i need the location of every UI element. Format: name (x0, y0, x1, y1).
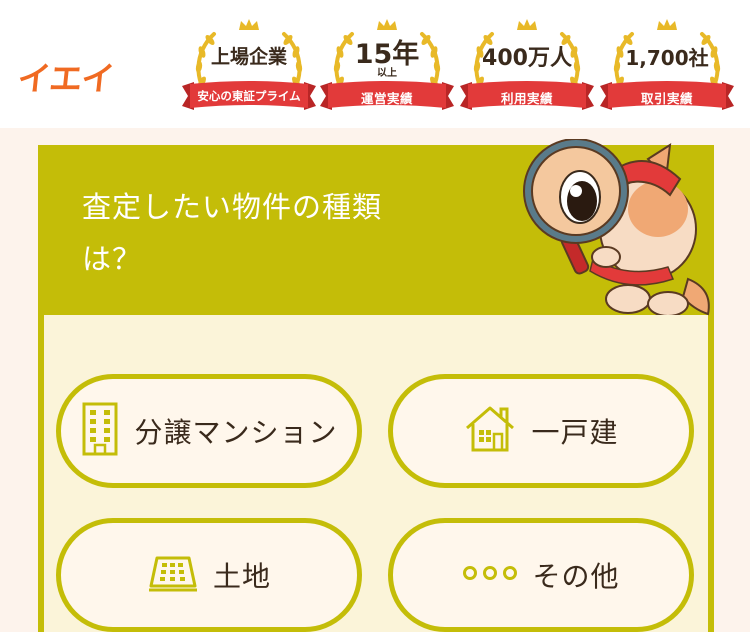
mascot-magnifier-icon (523, 139, 710, 317)
badge-ribbon-text: 利用実績 (500, 91, 553, 106)
crown-icon (517, 19, 537, 30)
crown-icon (657, 19, 677, 30)
option-house-label: 一戸建 (531, 416, 619, 449)
logo[interactable]: イエイ (15, 52, 116, 100)
option-other-label: その他 (532, 560, 620, 593)
badge-main-text: 1,700社 (625, 46, 709, 70)
question-title-line2: は？ (82, 242, 143, 276)
option-land-label: 土地 (212, 560, 271, 593)
property-type-card: 査定したい物件の種類 は？ 分譲マンション 一戸建 土地 その他 (38, 139, 714, 632)
option-condominium-button[interactable]: 分譲マンション (56, 374, 362, 488)
badge-years: 15年 以上 運営実績 (318, 12, 456, 122)
land-icon (147, 554, 199, 596)
option-condominium-label: 分譲マンション (134, 416, 338, 449)
building-icon (80, 402, 120, 460)
house-icon (463, 404, 517, 458)
badge-sub-text: 以上 (377, 68, 397, 79)
site-header: イエイ 上場企業 安心の東証プライム 15年 以上 運営実績 400万人 利用実… (0, 0, 750, 128)
crown-icon (377, 19, 397, 30)
dots-icon (462, 565, 518, 585)
badge-ribbon-text: 運営実績 (360, 91, 413, 106)
badge-main-text: 400万人 (482, 46, 572, 71)
badge-ribbon-text: 取引実績 (640, 91, 693, 106)
badge-main-text: 上場企業 (210, 46, 287, 68)
badge-users: 400万人 利用実績 (458, 12, 596, 122)
badge-partners: 1,700社 取引実績 (598, 12, 736, 122)
question-title-line1: 査定したい物件の種類 (82, 190, 383, 224)
option-house-button[interactable]: 一戸建 (388, 374, 694, 488)
option-land-button[interactable]: 土地 (56, 518, 362, 632)
options-panel: 分譲マンション 一戸建 土地 その他 (44, 315, 708, 632)
badge-ribbon-text: 安心の東証プライム (197, 89, 301, 103)
question-title: 査定したい物件の種類 は？ (82, 181, 462, 285)
badge-listed-company: 上場企業 安心の東証プライム (180, 12, 318, 122)
option-other-button[interactable]: その他 (388, 518, 694, 632)
crown-icon (239, 19, 259, 30)
